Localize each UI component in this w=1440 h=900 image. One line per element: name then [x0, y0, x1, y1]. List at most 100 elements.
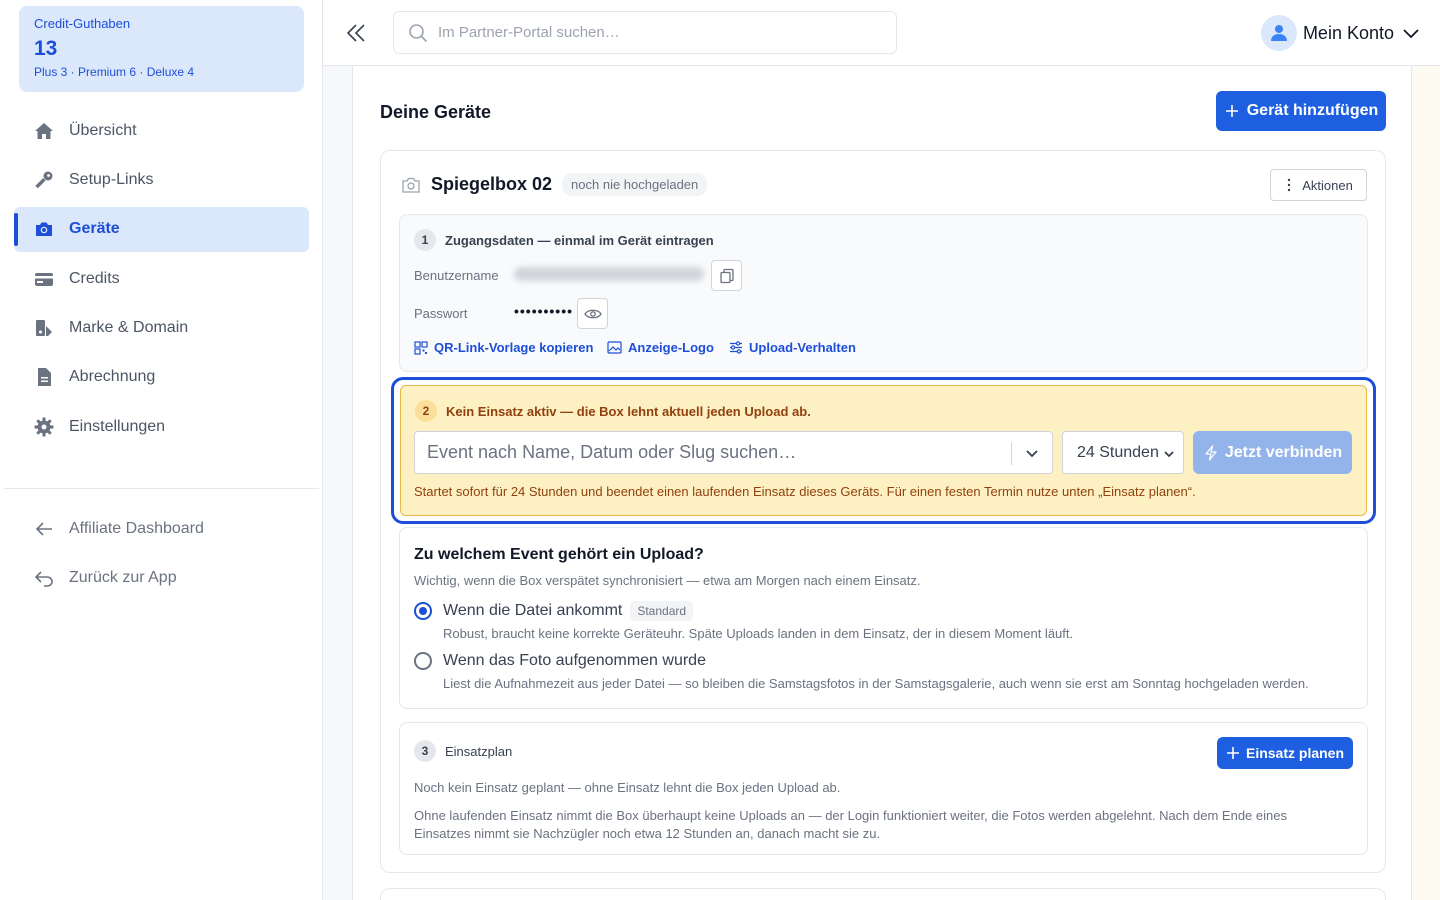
activation-focus-ring: 2 Kein Einsatz aktiv — die Box lehnt akt…: [391, 377, 1376, 524]
radio-description: Robust, braucht keine korrekte Geräteuhr…: [443, 626, 1074, 641]
sidebar-item-brand-domain[interactable]: Marke & Domain: [14, 306, 309, 351]
schedule-header: 3 Einsatzplan: [414, 740, 512, 762]
secondary-nav: Affiliate Dashboard Zurück zur App: [14, 506, 309, 605]
credit-card-icon: [34, 269, 54, 289]
activation-section: 2 Kein Einsatz aktiv — die Box lehnt akt…: [400, 385, 1367, 516]
credit-balance-card[interactable]: Credit-Guthaben 13 Plus 3 · Premium 6 · …: [19, 6, 304, 92]
sidebar-item-billing[interactable]: Abrechnung: [14, 355, 309, 400]
actions-button[interactable]: Aktionen: [1270, 169, 1367, 201]
image-icon: [607, 341, 622, 354]
search-icon: [409, 23, 428, 42]
next-device-card: [380, 888, 1386, 900]
copy-icon: [719, 268, 734, 283]
sidebar-divider: [4, 488, 319, 489]
home-icon: [34, 121, 54, 141]
step-badge: 3: [414, 740, 436, 762]
add-device-button[interactable]: Gerät hinzufügen: [1216, 91, 1386, 131]
credit-label: Credit-Guthaben: [34, 16, 131, 31]
link-label: Upload-Verhalten: [749, 340, 856, 355]
copy-username-button[interactable]: [711, 260, 742, 291]
device-header: Spiegelbox 02 noch nie hochgeladen: [401, 173, 708, 196]
actions-label: Aktionen: [1302, 177, 1353, 193]
sidebar-item-affiliate-dashboard[interactable]: Affiliate Dashboard: [14, 506, 309, 551]
display-logo-link[interactable]: Anzeige-Logo: [607, 340, 714, 355]
lightning-icon: [1205, 444, 1217, 461]
combobox-divider: [1011, 442, 1012, 465]
password-label: Passwort: [414, 306, 468, 321]
page-title: Deine Geräte: [380, 102, 492, 122]
account-label: Mein Konto: [1302, 22, 1394, 43]
activation-warning: Kein Einsatz aktiv — die Box lehnt aktue…: [446, 403, 811, 419]
eye-icon: [583, 309, 602, 318]
radio-label: Wenn das Foto aufgenommen wurde: [443, 652, 706, 669]
default-badge: Standard: [630, 601, 694, 621]
radio-button[interactable]: [414, 602, 432, 620]
search-box[interactable]: [393, 11, 897, 54]
sidebar-item-label: Abrechnung: [69, 368, 156, 386]
document-icon: [34, 367, 54, 387]
upload-assignment-subtitle: Wichtig, wenn die Box verspätet synchron…: [414, 573, 921, 588]
plus-icon: [1226, 747, 1239, 759]
upload-assignment-section: Zu welchem Event gehört ein Upload? Wich…: [399, 527, 1368, 709]
search-input[interactable]: [438, 24, 858, 41]
sidebar-item-credits[interactable]: Credits: [14, 256, 309, 301]
account-menu[interactable]: Mein Konto: [1260, 15, 1420, 51]
avatar: [1260, 15, 1297, 51]
password-value: ••••••••••: [514, 303, 574, 319]
sidebar-item-settings[interactable]: Einstellungen: [14, 404, 309, 449]
sidebar-item-label: Marke & Domain: [69, 319, 189, 337]
link-label: QR-Link-Vorlage kopieren: [434, 340, 594, 355]
chevron-down-icon: [1403, 29, 1419, 39]
copy-qr-template-link[interactable]: QR-Link-Vorlage kopieren: [414, 340, 593, 355]
radio-button[interactable]: [414, 652, 432, 670]
collapse-sidebar-button[interactable]: [343, 20, 369, 46]
sidebar-item-label: Übersicht: [69, 121, 137, 139]
username-value-redacted: [514, 267, 704, 281]
background-strip: [1413, 66, 1440, 900]
sidebar-item-devices[interactable]: Geräte: [14, 206, 309, 252]
brand-icon: [34, 318, 54, 338]
sidebar-item-label: Einstellungen: [69, 417, 166, 435]
step-badge: 1: [414, 229, 436, 251]
radio-option-on-capture[interactable]: Wenn das Foto aufgenommen wurde: [414, 652, 706, 670]
device-card: Spiegelbox 02 noch nie hochgeladen Aktio…: [380, 150, 1386, 873]
camera-icon: [402, 177, 420, 193]
connect-now-label: Jetzt verbinden: [1224, 443, 1343, 461]
sidebar-item-setup-links[interactable]: Setup-Links: [14, 157, 309, 202]
show-password-button[interactable]: [577, 298, 608, 329]
main-nav: Übersicht Setup-Links Geräte Credits Mar…: [14, 108, 309, 454]
radio-option-on-arrival[interactable]: Wenn die Datei ankommt Standard: [414, 601, 694, 621]
camera-icon: [34, 219, 54, 239]
sidebar: Credit-Guthaben 13 Plus 3 · Premium 6 · …: [0, 0, 323, 900]
plus-icon: [1225, 105, 1238, 117]
credit-count: 13: [34, 37, 58, 60]
arrow-left-icon: [34, 519, 54, 539]
connect-now-button[interactable]: Jetzt verbinden: [1193, 431, 1352, 474]
credit-breakdown: Plus 3 · Premium 6 · Deluxe 4: [34, 65, 195, 79]
plan-deployment-button[interactable]: Einsatz planen: [1217, 737, 1353, 769]
qr-code-icon: [414, 340, 428, 355]
duration-select[interactable]: 24 Stunden: [1062, 431, 1184, 474]
activation-hint: Startet sofort für 24 Stunden und beende…: [414, 484, 1196, 499]
credentials-section: 1 Zugangsdaten — einmal im Gerät eintrag…: [399, 214, 1368, 372]
sidebar-item-back-to-app[interactable]: Zurück zur App: [14, 555, 309, 600]
chevron-down-icon[interactable]: [1024, 446, 1040, 462]
schedule-empty-text: Noch kein Einsatz geplant — ohne Einsatz…: [414, 780, 841, 795]
status-badge: noch nie hochgeladen: [562, 173, 708, 196]
chevron-down-icon: [1164, 451, 1174, 458]
link-label: Anzeige-Logo: [628, 340, 714, 355]
step-badge: 2: [415, 400, 437, 422]
topbar: Mein Konto: [323, 0, 1440, 66]
add-device-label: Gerät hinzufügen: [1246, 102, 1379, 119]
sidebar-item-label: Geräte: [69, 220, 120, 238]
key-icon: [34, 170, 54, 190]
sidebar-item-label: Affiliate Dashboard: [69, 519, 204, 537]
plan-deployment-label: Einsatz planen: [1245, 745, 1345, 761]
activation-header: 2 Kein Einsatz aktiv — die Box lehnt akt…: [415, 400, 811, 422]
duration-value: 24 Stunden: [1077, 443, 1159, 461]
upload-behavior-link[interactable]: Upload-Verhalten: [729, 340, 856, 355]
sidebar-item-overview[interactable]: Übersicht: [14, 108, 309, 153]
credentials-title: Zugangsdaten — einmal im Gerät eintragen: [445, 232, 714, 248]
double-chevron-left-icon: [346, 24, 365, 42]
event-search-combobox[interactable]: Event nach Name, Datum oder Slug suchen…: [414, 431, 1053, 474]
